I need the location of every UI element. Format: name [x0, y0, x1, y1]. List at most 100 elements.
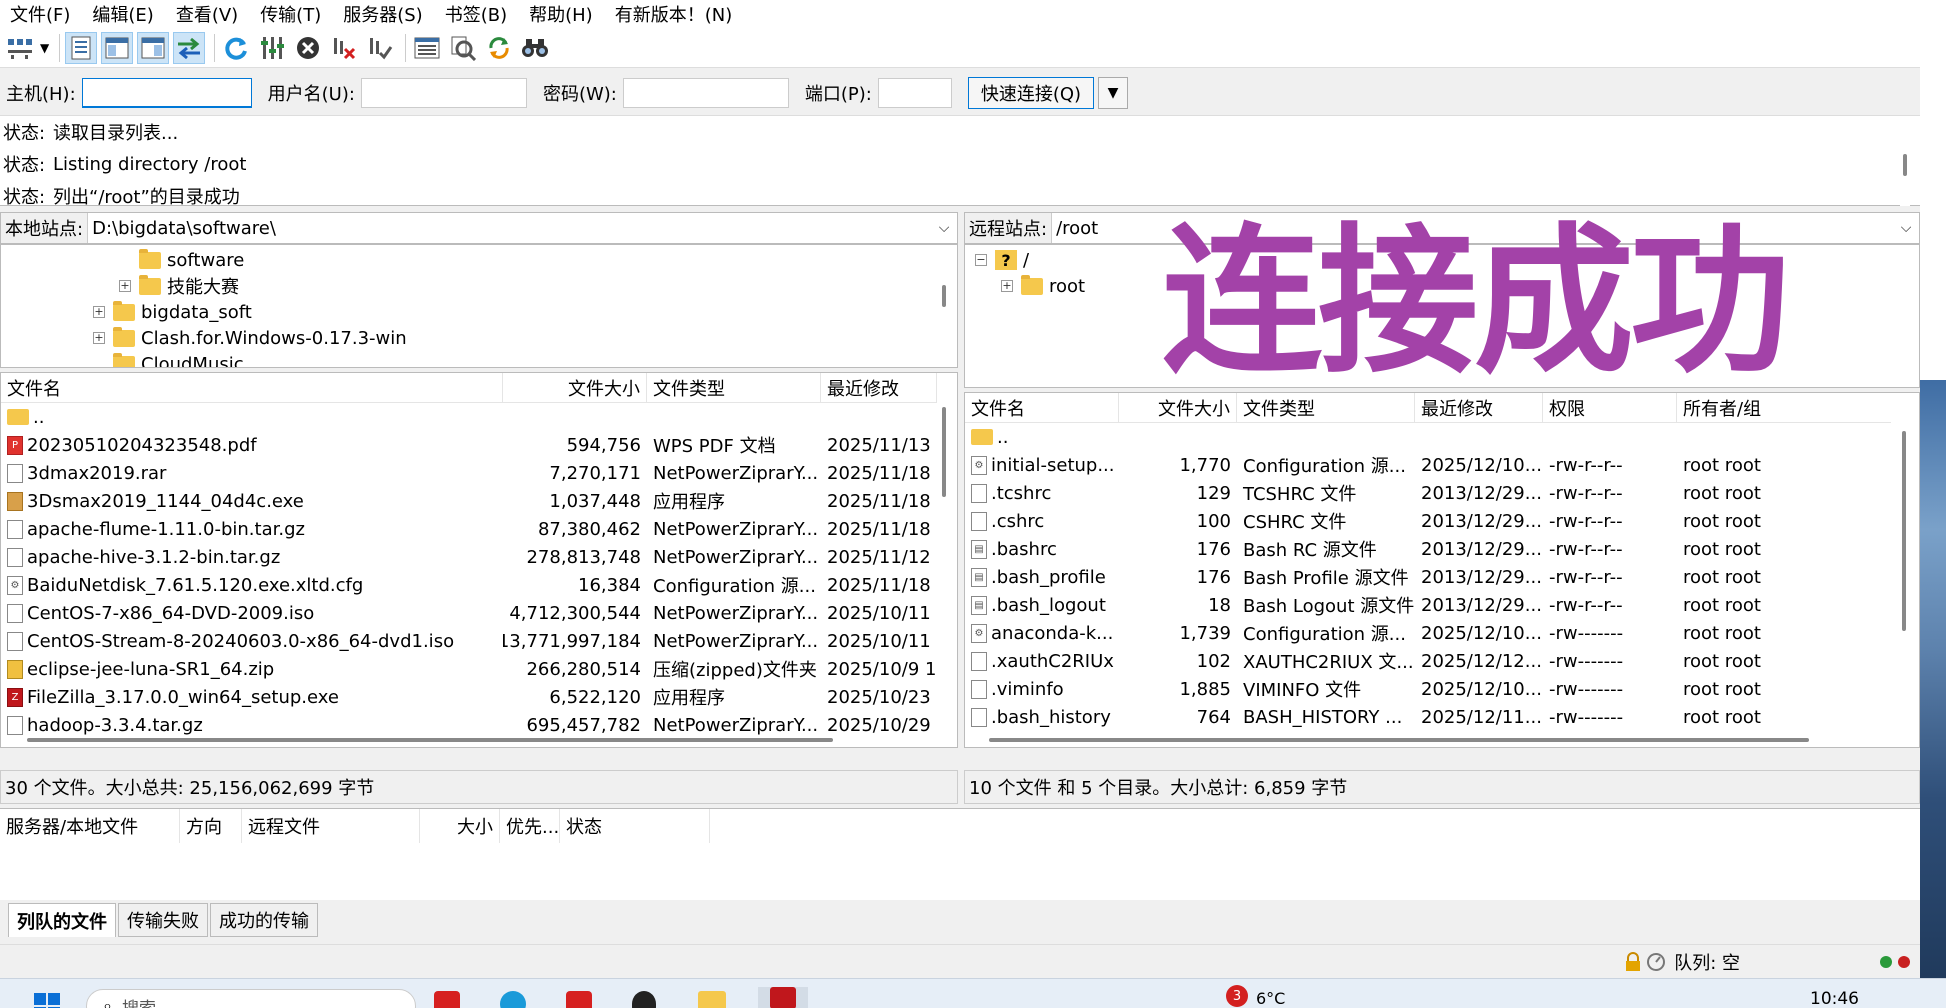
- menu-item[interactable]: 文件(F): [10, 1, 70, 27]
- remote-list-scrollbar[interactable]: [1899, 423, 1911, 743]
- menu-item[interactable]: 传输(T): [260, 1, 321, 27]
- wps-office-icon[interactable]: [566, 991, 592, 1008]
- transfer-queue-toggle-icon[interactable]: [173, 31, 205, 64]
- table-row[interactable]: .viminfo 1,885 VIMINFO 文件 2025/12/10... -rw-…: [965, 675, 1891, 703]
- table-row[interactable]: apache-flume-1.11.0-bin.tar.gz 87,380,462…: [1, 515, 937, 543]
- host-input[interactable]: [81, 77, 252, 108]
- chevron-down-icon[interactable]: ⌵: [1893, 213, 1919, 243]
- col-filename[interactable]: 文件名: [1, 373, 503, 402]
- menu-item[interactable]: 有新版本！(N): [615, 1, 733, 27]
- table-row[interactable]: CentOS-7-x86_64-DVD-2009.iso 4,712,300,54…: [1, 599, 937, 627]
- local-path-input[interactable]: D:\bigdata\software\: [88, 213, 931, 243]
- username-input[interactable]: [360, 77, 527, 108]
- col-size[interactable]: 大小: [420, 809, 500, 843]
- menu-item[interactable]: 书签(B): [445, 1, 507, 27]
- local-tree-toggle-icon[interactable]: [101, 31, 133, 64]
- col-filetype[interactable]: 文件类型: [647, 373, 821, 402]
- table-row[interactable]: Z FileZilla_3.17.0.0_win64_setup.exe 6,522…: [1, 683, 937, 711]
- weather-text[interactable]: 6°C: [1256, 989, 1285, 1008]
- table-row[interactable]: .xauthC2RIUx 102 XAUTHC2RIUX 文... 2025/12/1…: [965, 647, 1891, 675]
- col-filesize[interactable]: 文件大小: [503, 373, 647, 402]
- disconnect-icon[interactable]: [328, 32, 360, 64]
- expand-icon[interactable]: +: [93, 306, 105, 318]
- col-server-local-file[interactable]: 服务器/本地文件: [0, 809, 180, 843]
- filter-process-icon[interactable]: [256, 32, 288, 64]
- table-row[interactable]: 3Dsmax2019_1144_04d4c.exe 1,037,448 应用程序 20…: [1, 487, 937, 515]
- tree-node-root-slash[interactable]: −? /: [975, 247, 1029, 273]
- refresh-icon[interactable]: [220, 32, 252, 64]
- table-row[interactable]: ▤ .bash_profile 176 Bash Profile 源文件 2013/12…: [965, 563, 1891, 591]
- col-filetype[interactable]: 文件类型: [1237, 393, 1415, 422]
- edge-browser-icon[interactable]: [500, 991, 526, 1008]
- compare-icon[interactable]: [447, 32, 479, 64]
- password-input[interactable]: [622, 77, 789, 108]
- menu-item[interactable]: 服务器(S): [343, 1, 422, 27]
- speed-limit-icon[interactable]: [1646, 952, 1666, 972]
- taskbar-search-box[interactable]: ⌕ 搜索: [86, 989, 416, 1008]
- col-remote-file[interactable]: 远程文件: [242, 809, 420, 843]
- table-row[interactable]: ▤ .bash_logout 18 Bash Logout 源文件 2013/12/29…: [965, 591, 1891, 619]
- tree-node-clash[interactable]: + Clash.for.Windows-0.17.3-win: [93, 325, 407, 351]
- wps-app-icon[interactable]: [434, 991, 460, 1008]
- remote-list-hscrollbar[interactable]: [965, 735, 1899, 745]
- table-row[interactable]: ⚙ BaiduNetdisk_7.61.5.120.exe.xltd.cfg 16,…: [1, 571, 937, 599]
- tree-node-root[interactable]: + root: [1001, 273, 1085, 299]
- sync-browse-icon[interactable]: [483, 32, 515, 64]
- table-row[interactable]: ▤ .bashrc 176 Bash RC 源文件 2013/12/29... -rw-r…: [965, 535, 1891, 563]
- menu-item[interactable]: 查看(V): [176, 1, 238, 27]
- cancel-icon[interactable]: [292, 32, 324, 64]
- col-filesize[interactable]: 文件大小: [1119, 393, 1237, 422]
- tree-node-skills-contest[interactable]: + 技能大赛: [119, 273, 239, 299]
- col-direction[interactable]: 方向: [180, 809, 242, 843]
- scrollbar-thumb[interactable]: [1902, 431, 1906, 631]
- col-modified[interactable]: 最近修改: [1415, 393, 1543, 422]
- table-row[interactable]: .tcshrc 129 TCSHRC 文件 2013/12/29... -rw-r--r…: [965, 479, 1891, 507]
- col-status[interactable]: 状态: [560, 809, 710, 843]
- quickconnect-button[interactable]: 快速连接(Q): [967, 76, 1095, 109]
- file-explorer-icon[interactable]: [698, 991, 726, 1008]
- dropdown-arrow-icon[interactable]: ▼: [40, 41, 54, 55]
- table-row[interactable]: CentOS-Stream-8-20240603.0-x86_64-dvd1.i…: [1, 627, 937, 655]
- tree-node-cloudmusic[interactable]: CloudMusic: [93, 351, 244, 367]
- tab-failed-transfers[interactable]: 传输失败: [118, 903, 208, 937]
- scrollbar-thumb[interactable]: [942, 285, 946, 307]
- directory-listing-filter-icon[interactable]: [411, 32, 443, 64]
- table-row[interactable]: .cshrc 100 CSHRC 文件 2013/12/29... -rw-r--r--…: [965, 507, 1891, 535]
- table-row[interactable]: P 20230510204323548.pdf 594,756 WPS PDF 文档 2…: [1, 431, 937, 459]
- expand-icon[interactable]: +: [119, 280, 131, 292]
- table-row[interactable]: ..: [965, 423, 1891, 451]
- qq-app-icon[interactable]: [632, 991, 656, 1008]
- scrollbar-thumb[interactable]: [989, 738, 1809, 742]
- chevron-down-icon[interactable]: ⌵: [931, 213, 957, 243]
- col-modified[interactable]: 最近修改: [821, 373, 937, 402]
- table-row[interactable]: 3dmax2019.rar 7,270,171 NetPowerZiprarY...…: [1, 459, 937, 487]
- tab-queued-files[interactable]: 列队的文件: [8, 903, 116, 937]
- table-row[interactable]: apache-hive-3.1.2-bin.tar.gz 278,813,748 N…: [1, 543, 937, 571]
- tree-node-software[interactable]: software: [119, 247, 244, 273]
- expand-icon[interactable]: +: [1001, 280, 1013, 292]
- local-tree-scrollbar[interactable]: [939, 245, 951, 367]
- table-row[interactable]: ..: [1, 403, 937, 431]
- table-row[interactable]: eclipse-jee-luna-SR1_64.zip 266,280,514 压缩…: [1, 655, 937, 683]
- filezilla-taskbar-icon[interactable]: [758, 987, 808, 1008]
- search-binoculars-icon[interactable]: [519, 32, 551, 64]
- quickconnect-history-dropdown[interactable]: ▼: [1098, 76, 1129, 109]
- windows-start-icon[interactable]: [34, 993, 60, 1008]
- tree-node-bigdata-soft[interactable]: + bigdata_soft: [93, 299, 252, 325]
- port-input[interactable]: [877, 77, 952, 108]
- site-manager-icon[interactable]: [4, 32, 36, 64]
- table-row[interactable]: .bash_history 764 BASH_HISTORY ... 2025/12/…: [965, 703, 1891, 731]
- col-owner-group[interactable]: 所有者/组: [1677, 393, 1891, 422]
- scrollbar-thumb[interactable]: [942, 407, 946, 497]
- local-list-scrollbar[interactable]: [939, 403, 951, 743]
- scrollbar-thumb[interactable]: [1903, 154, 1907, 176]
- table-row[interactable]: ⚙ anaconda-k... 1,739 Configuration 源... 202…: [965, 619, 1891, 647]
- message-log-toggle-icon[interactable]: [65, 31, 97, 64]
- menu-item[interactable]: 帮助(H): [529, 1, 593, 27]
- clock-time[interactable]: 10:46: [1810, 989, 1859, 1008]
- expand-icon[interactable]: +: [93, 332, 105, 344]
- col-priority[interactable]: 优先...: [500, 809, 560, 843]
- remote-tree-toggle-icon[interactable]: [137, 31, 169, 64]
- menu-item[interactable]: 编辑(E): [92, 1, 153, 27]
- reconnect-icon[interactable]: [364, 32, 396, 64]
